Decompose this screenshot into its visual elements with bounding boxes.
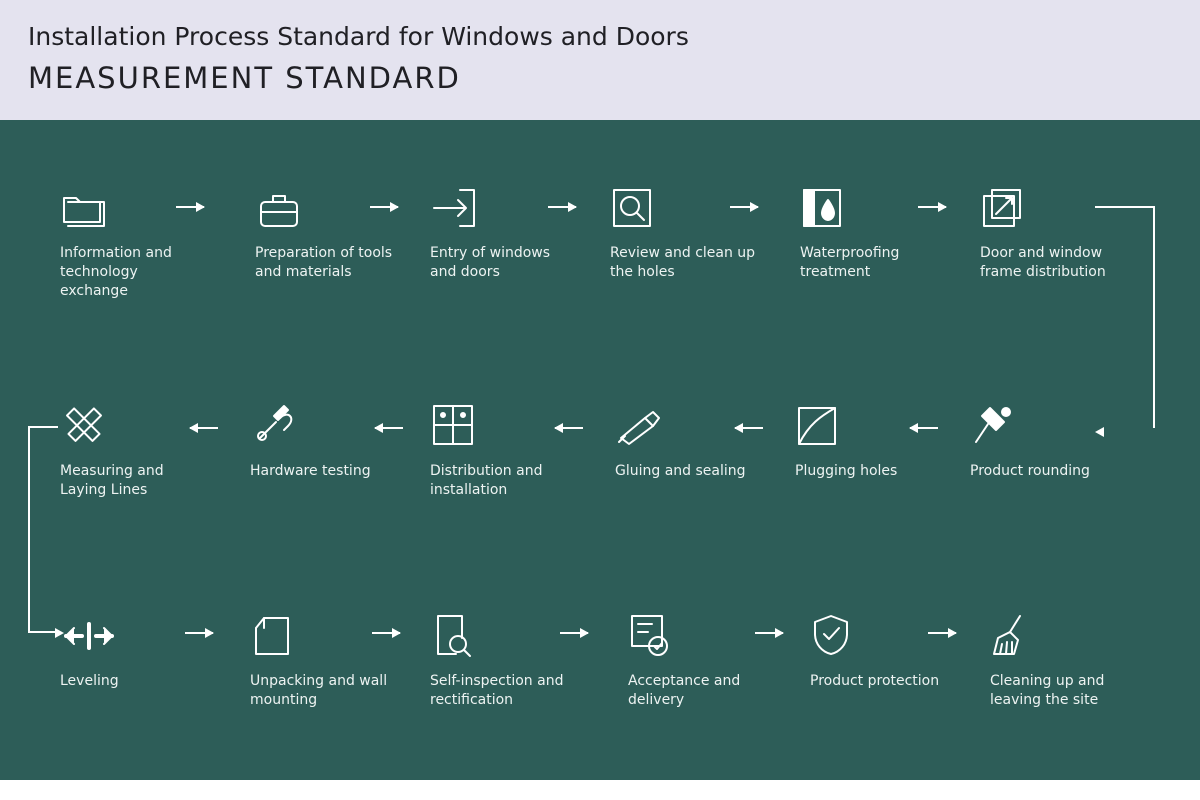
shield-icon xyxy=(810,610,960,658)
step-info-exchange: Information and technology exchange xyxy=(60,182,210,301)
plug-icon xyxy=(795,400,945,448)
step-label: Plugging holes xyxy=(795,462,945,481)
connector-line xyxy=(1095,206,1155,428)
arrow-icon xyxy=(1095,427,1104,437)
accept-icon xyxy=(628,610,778,658)
arrow-icon xyxy=(928,632,956,634)
step-protection: Product protection xyxy=(810,610,960,691)
arrow-icon xyxy=(560,632,588,634)
arrow-icon xyxy=(372,632,400,634)
step-review-holes: Review and clean up the holes xyxy=(610,182,760,282)
step-label: Leveling xyxy=(60,672,210,691)
page-subtitle: MEASUREMENT STANDARD xyxy=(28,61,1172,95)
step-cleaning: Cleaning up and leaving the site xyxy=(990,610,1140,710)
inspect-icon xyxy=(430,610,580,658)
step-leveling: Leveling xyxy=(60,610,210,691)
step-plugging: Plugging holes xyxy=(795,400,945,481)
unpack-icon xyxy=(250,610,400,658)
ruler-cross-icon xyxy=(60,400,210,448)
arrow-icon xyxy=(176,206,204,208)
step-label: Gluing and sealing xyxy=(615,462,765,481)
level-icon xyxy=(60,610,210,658)
step-label: Unpacking and wall mounting xyxy=(250,672,400,710)
broom-icon xyxy=(990,610,1140,658)
step-hardware-testing: Hardware testing xyxy=(250,400,400,481)
step-unpacking: Unpacking and wall mounting xyxy=(250,610,400,710)
header: Installation Process Standard for Window… xyxy=(0,0,1200,120)
step-label: Distribution and installation xyxy=(430,462,580,500)
arrow-icon xyxy=(55,628,64,638)
step-label: Review and clean up the holes xyxy=(610,244,760,282)
step-self-inspection: Self-inspection and rectification xyxy=(430,610,580,710)
step-entry: Entry of windows and doors xyxy=(430,182,580,282)
step-gluing: Gluing and sealing xyxy=(615,400,765,481)
arrow-icon xyxy=(185,632,213,634)
arrow-icon xyxy=(730,206,758,208)
connector-line xyxy=(28,427,58,633)
step-label: Self-inspection and rectification xyxy=(430,672,580,710)
arrow-icon xyxy=(735,427,763,429)
arrow-icon xyxy=(910,427,938,429)
step-distribution-installation: Distribution and installation xyxy=(430,400,580,500)
step-preparation: Preparation of tools and materials xyxy=(255,182,405,282)
step-label: Measuring and Laying Lines xyxy=(60,462,210,500)
step-label: Information and technology exchange xyxy=(60,244,210,301)
step-waterproofing: Waterproofing treatment xyxy=(800,182,950,282)
process-diagram: Information and technology exchange Prep… xyxy=(0,120,1200,780)
arrow-icon xyxy=(190,427,218,429)
arrow-icon xyxy=(918,206,946,208)
step-label: Waterproofing treatment xyxy=(800,244,950,282)
arrow-icon xyxy=(370,206,398,208)
step-label: Preparation of tools and materials xyxy=(255,244,405,282)
page-title: Installation Process Standard for Window… xyxy=(28,22,1172,51)
arrow-icon xyxy=(548,206,576,208)
step-label: Product rounding xyxy=(970,462,1120,481)
step-label: Cleaning up and leaving the site xyxy=(990,672,1140,710)
arrow-icon xyxy=(755,632,783,634)
arrow-icon xyxy=(375,427,403,429)
arrow-icon xyxy=(555,427,583,429)
step-label: Entry of windows and doors xyxy=(430,244,580,282)
step-label: Hardware testing xyxy=(250,462,400,481)
step-label: Product protection xyxy=(810,672,960,691)
step-acceptance: Acceptance and delivery xyxy=(628,610,778,710)
step-measuring: Measuring and Laying Lines xyxy=(60,400,210,500)
step-label: Acceptance and delivery xyxy=(628,672,778,710)
